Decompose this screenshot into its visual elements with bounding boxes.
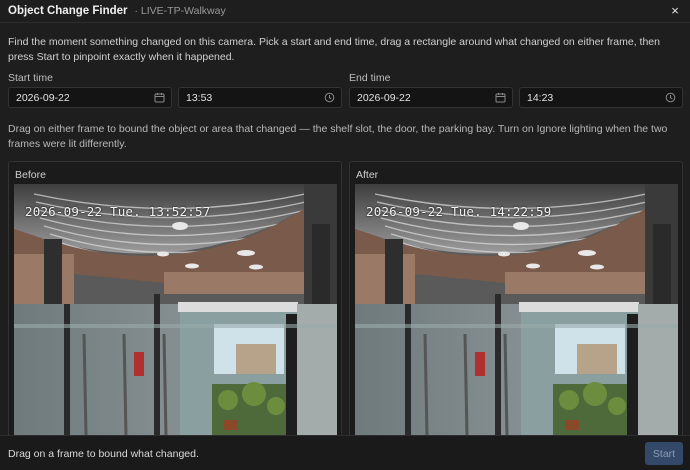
before-timestamp: 2026-09-22 Tue. 13:52:57 (25, 204, 211, 219)
end-time-input[interactable]: 14:23 (519, 87, 683, 108)
camera-scene-image (14, 184, 337, 436)
camera-name: · LIVE-TP-Walkway (134, 5, 226, 17)
clock-icon[interactable] (665, 92, 676, 103)
window-title: Object Change Finder (8, 5, 128, 17)
start-date-value: 2026-09-22 (16, 91, 70, 104)
before-label: Before (15, 169, 46, 181)
end-time-label: End time (349, 72, 391, 84)
instruction-note: Drag on either frame to bound the object… (8, 123, 668, 150)
after-timestamp: 2026-09-22 Tue. 14:22:59 (366, 204, 552, 219)
end-time-value: 14:23 (527, 91, 554, 104)
close-icon[interactable]: × (668, 4, 682, 18)
start-date-input[interactable]: 2026-09-22 (8, 87, 172, 108)
after-label: After (356, 169, 379, 181)
footer-bar: Drag on a frame to bound what changed. S… (0, 435, 690, 470)
end-date-value: 2026-09-22 (357, 91, 411, 104)
start-time-value: 13:53 (186, 91, 213, 104)
after-panel: After 2026-09-22 Tue. 14:22:59 (349, 161, 683, 436)
calendar-icon[interactable] (495, 92, 506, 103)
calendar-icon[interactable] (154, 92, 165, 103)
before-frame[interactable]: 2026-09-22 Tue. 13:52:57 (14, 184, 337, 436)
start-button[interactable]: Start (645, 442, 683, 465)
intro-text: Find the moment something changed on thi… (8, 36, 660, 63)
after-frame[interactable]: 2026-09-22 Tue. 14:22:59 (355, 184, 678, 436)
end-date-input[interactable]: 2026-09-22 (349, 87, 513, 108)
title-bar: Object Change Finder · LIVE-TP-Walkway (0, 0, 690, 23)
start-time-input[interactable]: 13:53 (178, 87, 342, 108)
status-text: Drag on a frame to bound what changed. (8, 448, 199, 460)
camera-scene-image (355, 184, 678, 436)
clock-icon[interactable] (324, 92, 335, 103)
start-time-label: Start time (8, 72, 53, 84)
before-panel: Before 2026-09-22 Tue. 13:52:57 (8, 161, 342, 436)
